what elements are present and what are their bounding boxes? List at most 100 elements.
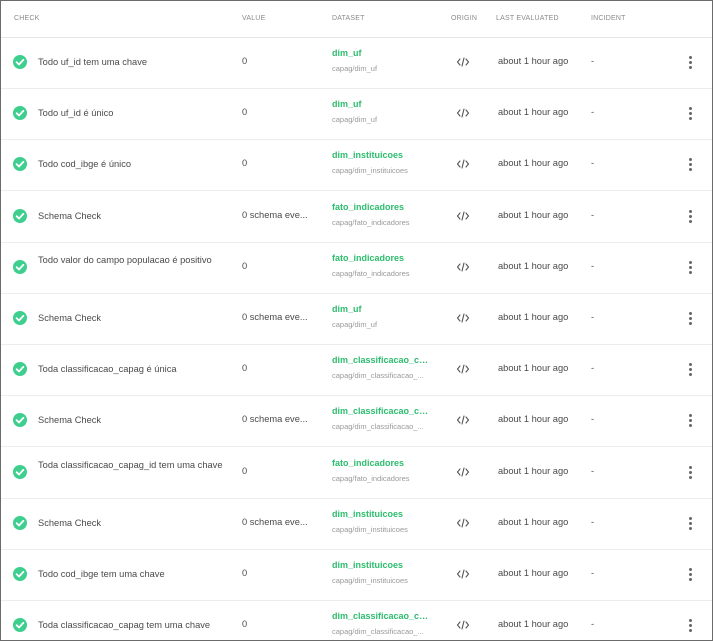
dataset-link[interactable]: dim_uf [332,99,430,109]
more-vertical-icon[interactable] [683,54,697,70]
check-name: Todo uf_id é único [38,108,114,119]
dataset-link[interactable]: dim_instituicoes [332,150,430,160]
dataset-link[interactable]: fato_indicadores [332,202,430,212]
incident: - [591,158,595,169]
check-value: 0 [242,465,248,476]
column-header-value[interactable]: VALUE [242,15,265,22]
dataset-path: capag/dim_instituicoes [332,524,408,534]
column-header-last-evaluated[interactable]: LAST EVALUATED [496,15,559,22]
check-value: 0 [242,619,248,630]
last-evaluated: about 1 hour ago [498,414,569,425]
check-name: Toda classificacao_capag é única [38,364,177,375]
column-header-incident[interactable]: INCIDENT [591,15,626,22]
incident: - [591,568,595,578]
more-vertical-icon[interactable] [683,566,697,582]
check-value: 0 [242,107,248,118]
more-vertical-icon[interactable] [683,208,697,224]
check-name: Todo cod_ibge é único [38,159,132,170]
check-name: Schema Check [38,517,102,528]
check-name: Schema Check [38,313,102,323]
more-vertical-icon[interactable] [683,310,697,326]
dataset-path: capag/dim_uf [332,320,378,329]
table-row[interactable]: Todo cod_ibge é único 0 dim_instituicoes… [1,139,712,192]
code-icon[interactable] [456,568,470,580]
dataset-link[interactable]: dim_uf [332,304,430,314]
more-vertical-icon[interactable] [683,259,697,275]
check-value: 0 [242,56,248,66]
dataset-path: capag/dim_uf [332,115,378,125]
code-icon[interactable] [456,363,470,375]
table-row[interactable]: Schema Check 0 schema eve... dim_institu… [1,498,712,550]
more-vertical-icon[interactable] [683,361,697,377]
check-circle-icon [13,618,27,633]
more-vertical-icon[interactable] [683,105,697,121]
incident: - [591,56,595,66]
column-header-origin[interactable]: ORIGIN [451,15,477,22]
dataset-link[interactable]: dim_instituicoes [332,509,430,519]
dataset-path: capag/dim_classificacao_... [332,371,424,381]
more-vertical-icon[interactable] [683,412,697,428]
dataset-link[interactable]: dim_uf [332,48,430,58]
check-circle-icon [13,208,27,223]
table-row[interactable]: Todo valor do campo populacao é positivo… [1,242,712,294]
check-circle-icon [13,413,27,428]
code-icon[interactable] [456,158,470,170]
dataset-link[interactable]: fato_indicadores [332,458,430,468]
last-evaluated: about 1 hour ago [498,260,569,271]
dataset-path: capag/dim_uf [332,64,378,73]
table-row[interactable]: Todo uf_id é único 0 dim_uf capag/dim_uf… [1,88,712,141]
dataset-link[interactable]: dim_classificacao_ca... [332,406,430,416]
incident: - [591,107,595,118]
check-value: 0 schema eve... [242,312,308,322]
dataset-link[interactable]: fato_indicadores [332,253,430,263]
check-name: Todo cod_ibge tem uma chave [38,569,165,579]
check-circle-icon [13,55,27,69]
table-row[interactable]: Schema Check 0 schema eve... dim_classif… [1,395,712,448]
last-evaluated: about 1 hour ago [498,516,569,527]
dataset-path: capag/dim_instituicoes [332,576,408,585]
last-evaluated: about 1 hour ago [498,619,569,630]
dataset-link[interactable]: dim_instituicoes [332,560,430,570]
table-row[interactable]: Toda classificacao_capag_id tem uma chav… [1,447,712,499]
dataset-path: capag/dim_classificacao_... [332,627,424,637]
table-row[interactable]: Todo cod_ibge tem uma chave 0 dim_instit… [1,549,712,601]
code-icon[interactable] [456,466,470,478]
check-circle-icon [13,311,27,325]
code-icon[interactable] [456,56,470,68]
dataset-link[interactable]: dim_classificacao_ca... [332,355,430,365]
more-vertical-icon[interactable] [683,156,697,172]
code-icon[interactable] [456,312,470,324]
more-vertical-icon[interactable] [683,617,697,633]
table-row[interactable]: Todo uf_id tem uma chave 0 dim_uf capag/… [1,37,712,89]
incident: - [591,260,595,271]
incident: - [591,619,595,630]
dataset-path: capag/dim_instituicoes [332,166,408,176]
table-row[interactable]: Schema Check 0 schema eve... fato_indica… [1,191,712,243]
check-circle-icon [13,157,27,172]
more-vertical-icon[interactable] [683,515,697,531]
code-icon[interactable] [456,619,470,631]
incident: - [591,209,595,220]
last-evaluated: about 1 hour ago [498,107,569,118]
column-header-dataset[interactable]: DATASET [332,15,365,22]
last-evaluated: about 1 hour ago [498,465,569,476]
checks-table: CHECK VALUE DATASET ORIGIN LAST EVALUATE… [0,0,713,641]
check-circle-icon [13,464,27,479]
column-header-check[interactable]: CHECK [14,15,40,22]
code-icon[interactable] [456,210,470,222]
check-circle-icon [13,567,27,581]
code-icon[interactable] [456,414,470,426]
check-circle-icon [13,515,27,530]
check-circle-icon [13,259,27,274]
table-row[interactable]: Schema Check 0 schema eve... dim_uf capa… [1,293,712,345]
check-name: Toda classificacao_capag_id tem uma chav… [38,459,223,470]
table-row[interactable]: Toda classificacao_capag tem uma chave 0… [1,600,712,640]
code-icon[interactable] [456,517,470,529]
code-icon[interactable] [456,261,470,273]
dataset-link[interactable]: dim_classificacao_ca... [332,611,430,621]
last-evaluated: about 1 hour ago [498,56,569,66]
table-row[interactable]: Toda classificacao_capag é única 0 dim_c… [1,344,712,397]
code-icon[interactable] [456,107,470,119]
more-vertical-icon[interactable] [683,464,697,480]
check-name: Todo valor do campo populacao é positivo [38,254,212,265]
